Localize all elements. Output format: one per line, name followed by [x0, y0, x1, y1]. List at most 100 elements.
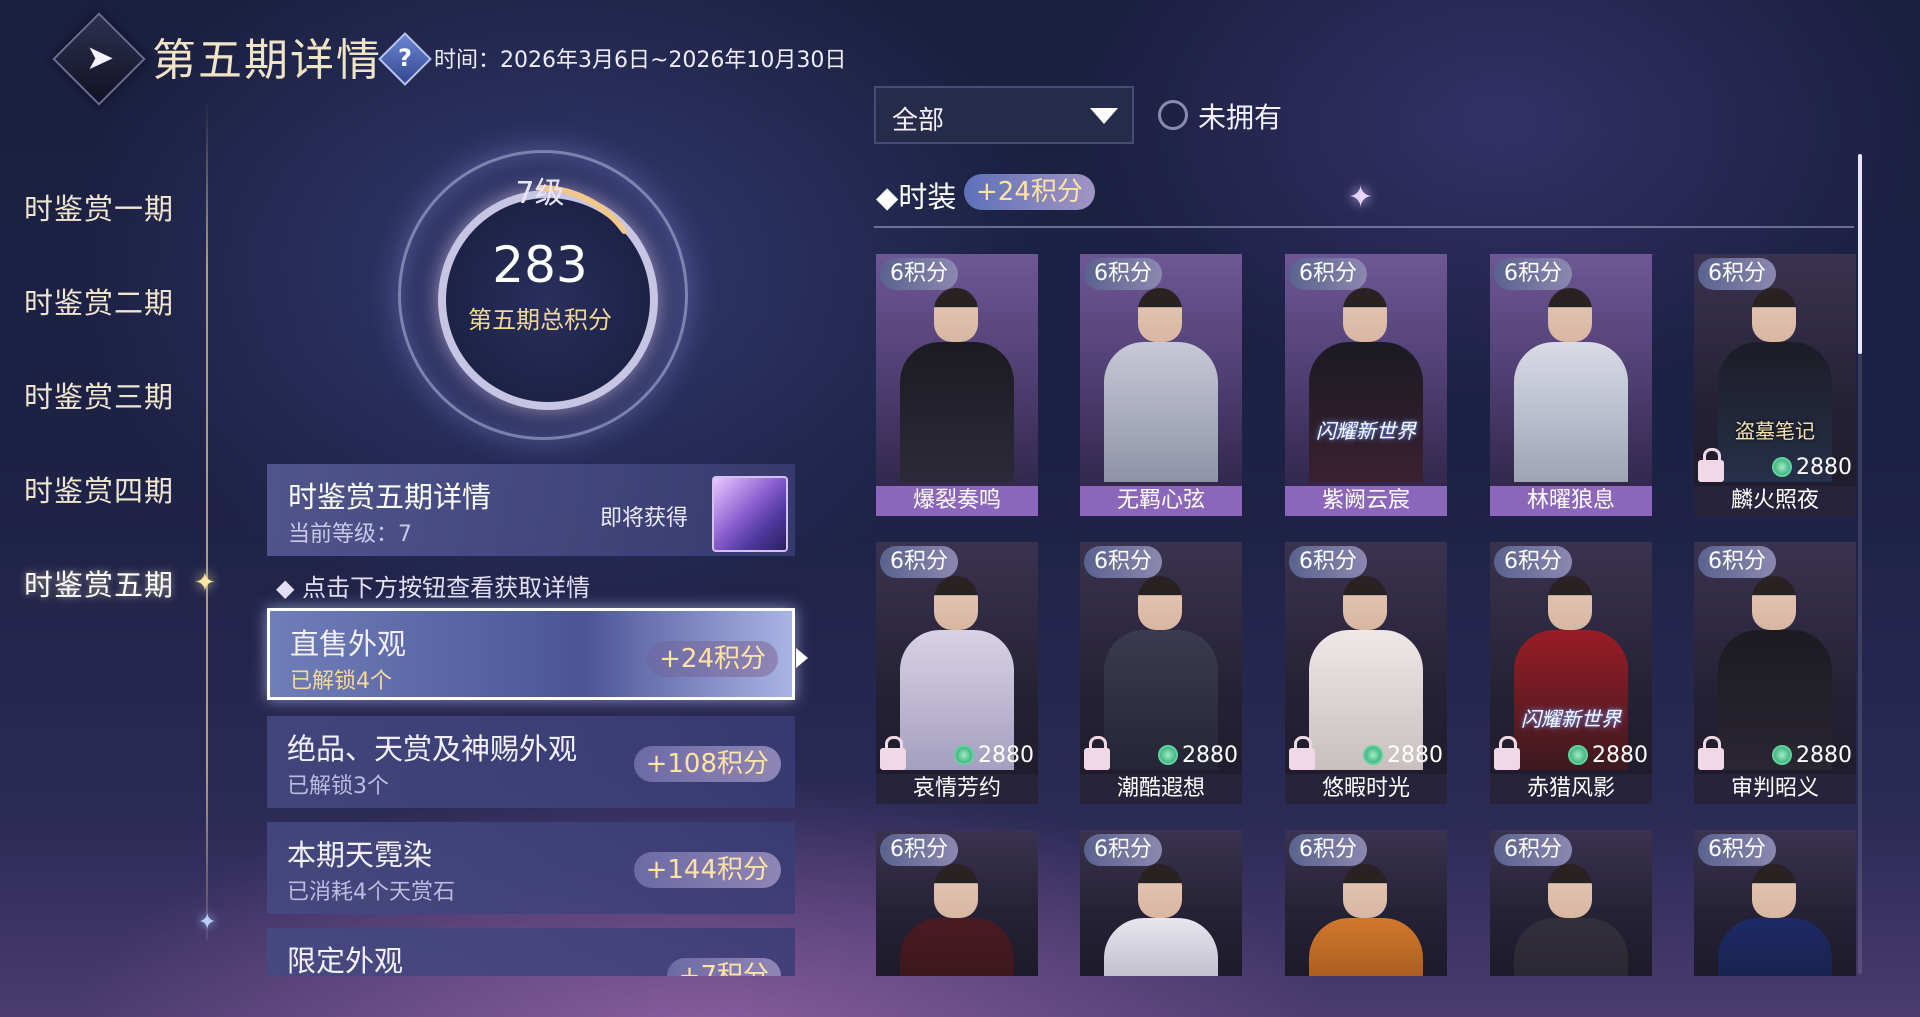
- card-points-badge: 6积分: [1698, 258, 1776, 290]
- category-title: 直售外观: [290, 627, 407, 661]
- outfit-card[interactable]: 6积分林曜狼息: [1490, 254, 1652, 516]
- price-value: 2880: [978, 743, 1034, 768]
- card-price: 2880: [1158, 743, 1238, 768]
- character-portrait-head: [1548, 864, 1592, 918]
- outfit-card[interactable]: 6积分: [1694, 830, 1856, 976]
- character-portrait-outfit: [1309, 918, 1423, 976]
- character-portrait-head: [1752, 576, 1796, 630]
- card-price: 2880: [954, 743, 1034, 768]
- section-title-label: 时装: [898, 180, 957, 214]
- outfit-card[interactable]: 6积分 2880 悠暇时光: [1285, 542, 1447, 804]
- outfit-card[interactable]: 6积分: [1490, 830, 1652, 976]
- not-owned-label[interactable]: 未拥有: [1198, 96, 1282, 136]
- outfit-card[interactable]: 6积分: [1285, 830, 1447, 976]
- sparkle-icon: ✦: [198, 910, 217, 935]
- collab-brand-logo: 闪耀新世界: [1521, 707, 1621, 731]
- character-portrait-head: [1343, 288, 1387, 342]
- lock-icon: [1698, 448, 1724, 482]
- card-points-badge: 6积分: [880, 546, 958, 578]
- collab-brand-logo: 盗墓笔记: [1735, 419, 1815, 443]
- category-subtitle: 已解锁4个: [290, 669, 392, 694]
- category-title: 限定外观: [287, 944, 404, 976]
- card-points-badge: 6积分: [1494, 546, 1572, 578]
- card-name: 审判昭义: [1694, 774, 1856, 804]
- card-points-badge: 6积分: [1494, 258, 1572, 290]
- card-price: 2880: [1568, 743, 1648, 768]
- active-category-pointer-icon: [796, 648, 808, 668]
- outfit-card[interactable]: 6积分: [1080, 830, 1242, 976]
- lock-icon: [1289, 736, 1315, 770]
- character-portrait-head: [1138, 864, 1182, 918]
- card-name: 爆裂奏鸣: [876, 486, 1038, 516]
- outfit-card[interactable]: 6积分 2880 审判昭义: [1694, 542, 1856, 804]
- current-level: 当前等级：7: [288, 522, 412, 547]
- character-portrait-head: [1138, 576, 1182, 630]
- card-price: 2880: [1772, 455, 1852, 480]
- outfit-card[interactable]: 6积分爆裂奏鸣: [876, 254, 1038, 516]
- category-title: 绝品、天赏及神赐外观: [287, 732, 578, 766]
- character-portrait-outfit: [1514, 918, 1628, 976]
- sidebar-item-period-3[interactable]: 时鉴赏三期: [24, 374, 174, 416]
- category-points-badge: +108积分: [633, 746, 781, 782]
- upcoming-reward-thumbnail[interactable]: [712, 476, 788, 552]
- scrollbar-thumb[interactable]: [1858, 154, 1862, 354]
- sidebar-item-period-4[interactable]: 时鉴赏四期: [24, 468, 174, 510]
- jade-currency-icon: [1363, 745, 1383, 765]
- event-time: 时间：2026年3月6日~2026年10月30日: [434, 48, 847, 73]
- card-points-badge: 6积分: [880, 258, 958, 290]
- section-points-badge: +24积分: [964, 174, 1095, 210]
- card-name: 潮酷遐想: [1080, 774, 1242, 804]
- category-points-badge: +144积分: [633, 852, 781, 888]
- jade-currency-icon: [1772, 457, 1792, 477]
- outfit-card[interactable]: 6积分 闪耀新世界 紫阙云宸: [1285, 254, 1447, 516]
- outfit-card[interactable]: 6积分 无羁心弦: [1080, 254, 1242, 516]
- dropdown-value: 全部: [892, 106, 945, 136]
- total-score-label: 第五期总积分: [468, 306, 612, 334]
- category-direct-sale[interactable]: 直售外观 已解锁4个 +24积分: [267, 608, 795, 700]
- sidebar-divider: [206, 100, 208, 940]
- card-points-badge: 6积分: [1084, 834, 1162, 866]
- character-portrait-head: [1343, 864, 1387, 918]
- help-question-mark[interactable]: ?: [386, 40, 424, 76]
- character-portrait-outfit: [900, 918, 1014, 976]
- card-name: 林曜狼息: [1490, 486, 1652, 516]
- card-points-badge: 6积分: [1698, 546, 1776, 578]
- card-price: 2880: [1363, 743, 1443, 768]
- card-name: 麟火照夜: [1694, 486, 1856, 516]
- outfit-card[interactable]: 6积分盗墓笔记 2880 麟火照夜: [1694, 254, 1856, 516]
- upcoming-label: 即将获得: [600, 506, 689, 531]
- sidebar-item-period-5[interactable]: 时鉴赏五期: [24, 562, 174, 604]
- card-points-badge: 6积分: [1494, 834, 1572, 866]
- category-points-badge: +7积分: [666, 958, 781, 976]
- character-portrait-head: [934, 576, 978, 630]
- jade-currency-icon: [1158, 745, 1178, 765]
- category-premium[interactable]: 绝品、天赏及神赐外观 已解锁3个 +108积分: [267, 716, 795, 808]
- character-portrait-head: [1752, 288, 1796, 342]
- outfit-card[interactable]: 6积分 2880 哀情芳约: [876, 542, 1038, 804]
- price-value: 2880: [1182, 743, 1238, 768]
- sidebar-item-period-2[interactable]: 时鉴赏二期: [24, 280, 174, 322]
- jade-currency-icon: [1772, 745, 1792, 765]
- character-portrait-head: [934, 864, 978, 918]
- active-star-icon: ✦: [194, 568, 216, 598]
- character-portrait-outfit: [1104, 342, 1218, 482]
- price-value: 2880: [1796, 743, 1852, 768]
- jade-currency-icon: [954, 745, 974, 765]
- category-dye[interactable]: 本期天霓染 已消耗4个天赏石 +144积分: [267, 822, 795, 914]
- lock-icon: [1698, 736, 1724, 770]
- sidebar-item-period-1[interactable]: 时鉴赏一期: [24, 186, 174, 228]
- outfit-card[interactable]: 6积分: [876, 830, 1038, 976]
- character-portrait-head: [1343, 576, 1387, 630]
- filter-dropdown[interactable]: 全部: [874, 86, 1134, 144]
- character-portrait-head: [1548, 576, 1592, 630]
- category-points-badge: +24积分: [647, 641, 778, 677]
- card-price: 2880: [1772, 743, 1852, 768]
- category-subtitle: 已消耗4个天赏石: [287, 880, 455, 905]
- outfit-card[interactable]: 6积分 2880 潮酷遐想: [1080, 542, 1242, 804]
- card-points-badge: 6积分: [1698, 834, 1776, 866]
- character-portrait-outfit: [900, 342, 1014, 482]
- outfit-card[interactable]: 6积分 闪耀新世界 2880 赤猎风影: [1490, 542, 1652, 804]
- price-value: 2880: [1592, 743, 1648, 768]
- not-owned-radio[interactable]: [1158, 100, 1188, 130]
- category-limited[interactable]: 限定外观 +7积分: [267, 928, 795, 976]
